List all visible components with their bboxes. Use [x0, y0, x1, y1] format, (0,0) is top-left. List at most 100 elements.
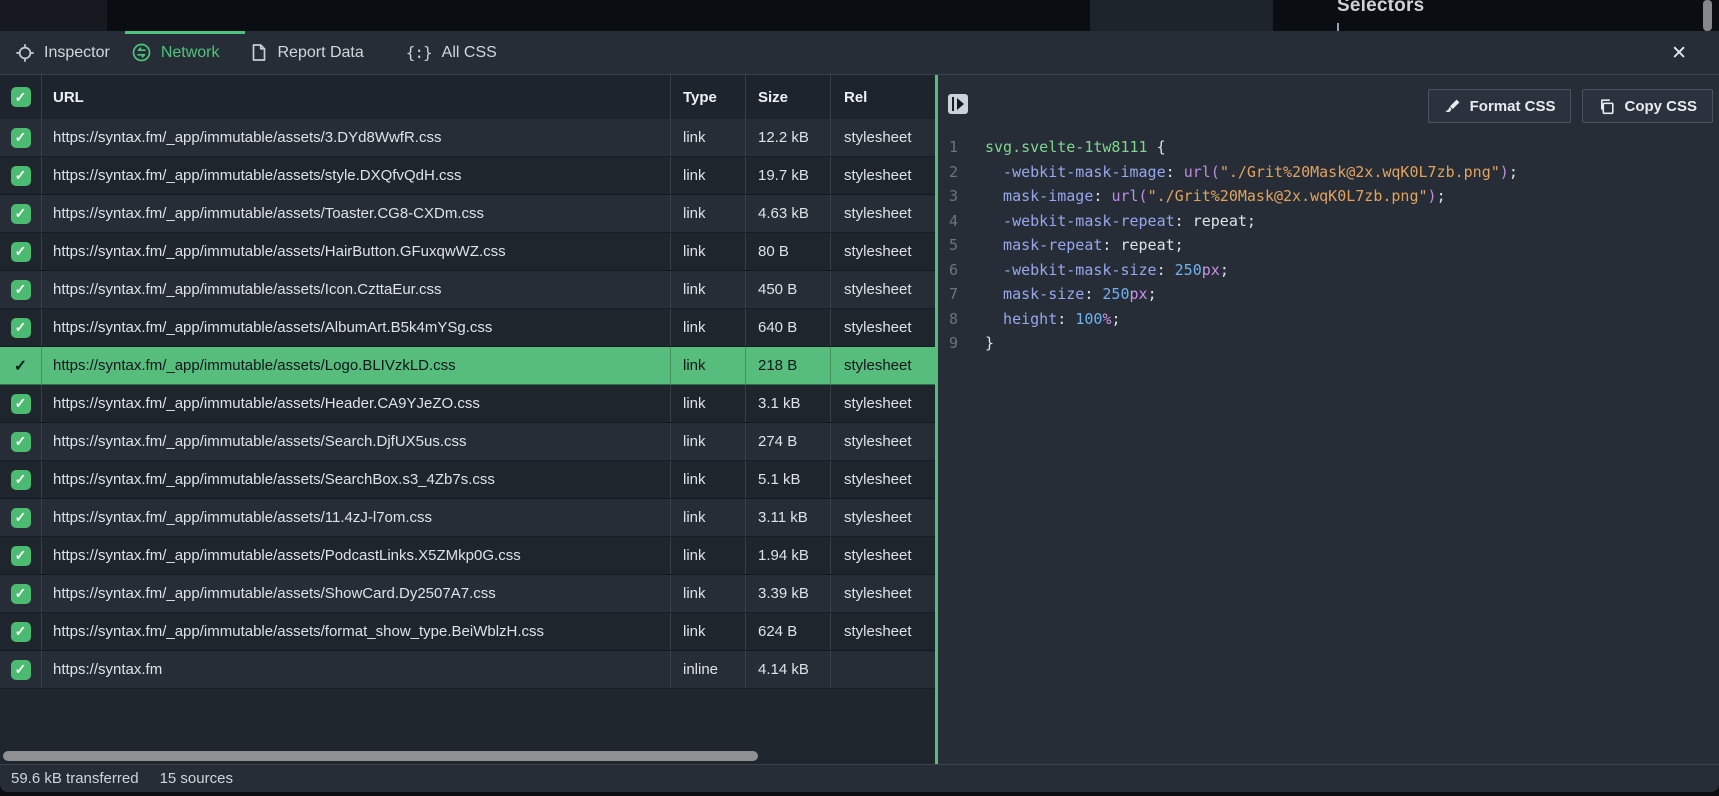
collapse-panel-icon[interactable] — [948, 94, 968, 114]
url-cell: https://syntax.fm/_app/immutable/assets/… — [41, 537, 670, 574]
type-cell: inline — [670, 651, 745, 688]
url-cell: https://syntax.fm/_app/immutable/assets/… — [41, 385, 670, 422]
table-row[interactable]: ✓ https://syntax.fm/_app/immutable/assets… — [0, 385, 935, 423]
select-all-checkbox[interactable]: ✓ — [11, 87, 31, 107]
code-line: 1svg.svelte-1tw8111 { — [938, 135, 1719, 160]
row-checkbox[interactable]: ✓ — [11, 128, 31, 148]
url-cell: https://syntax.fm/_app/immutable/assets/… — [41, 233, 670, 270]
horizontal-scrollbar-handle[interactable] — [3, 751, 758, 761]
background-page-strip: Selectors — [0, 0, 1719, 31]
row-checkbox-cell: ✓ — [0, 309, 41, 346]
row-checkbox[interactable]: ✓ — [11, 242, 31, 262]
row-checkbox[interactable]: ✓ — [11, 356, 31, 376]
row-checkbox[interactable]: ✓ — [11, 318, 31, 338]
row-checkbox[interactable]: ✓ — [11, 470, 31, 490]
network-table-panel: ✓ URL Type Size Rel ✓https://syntax.fm/_… — [0, 75, 935, 764]
type-cell: link — [670, 347, 745, 384]
rel-cell: stylesheet — [830, 575, 935, 612]
line-number: 6 — [938, 258, 968, 283]
table-row[interactable]: ✓ https://syntax.fm/_app/immutable/assets… — [0, 119, 935, 157]
row-checkbox[interactable]: ✓ — [11, 584, 31, 604]
size-cell: 19.7 kB — [745, 157, 830, 194]
size-cell: 12.2 kB — [745, 119, 830, 156]
url-cell: https://syntax.fm — [41, 651, 670, 688]
type-cell: link — [670, 195, 745, 232]
rel-cell: stylesheet — [830, 309, 935, 346]
size-cell: 450 B — [745, 271, 830, 308]
format-css-button[interactable]: Format CSS — [1428, 89, 1572, 123]
url-cell: https://syntax.fm/_app/immutable/assets/… — [41, 499, 670, 536]
table-row[interactable]: ✓https://syntax.fm/_app/immutable/assets… — [0, 613, 935, 651]
tab-label: All CSS — [442, 44, 497, 62]
row-checkbox-cell: ✓ — [0, 651, 41, 688]
code-text: svg.svelte-1tw8111 { — [968, 135, 1166, 160]
row-checkbox-cell: ✓ — [0, 271, 41, 308]
table-row[interactable]: ✓ https://syntax.fm/_app/immutable/assets… — [0, 233, 935, 271]
crosshair-icon — [16, 44, 34, 62]
table-row[interactable]: ✓https://syntax.fm/_app/immutable/assets… — [0, 423, 935, 461]
url-cell: https://syntax.fm/_app/immutable/assets/… — [41, 119, 670, 156]
table-row[interactable]: ✓ https://syntax.fm/_app/immutable/assets… — [0, 499, 935, 537]
type-cell: link — [670, 309, 745, 346]
row-checkbox-cell: ✓ — [0, 157, 41, 194]
copy-icon — [1598, 98, 1615, 115]
css-viewer-panel: Format CSS Copy CSS — [938, 75, 1719, 764]
type-cell: link — [670, 613, 745, 650]
tab-label: Inspector — [44, 44, 110, 62]
table-row[interactable]: ✓ https://syntax.fm/_app/immutable/assets… — [0, 309, 935, 347]
url-cell: https://syntax.fm/_app/immutable/assets/… — [41, 309, 670, 346]
background-page-block — [0, 0, 107, 31]
copy-css-button[interactable]: Copy CSS — [1582, 89, 1713, 123]
tab-inspector[interactable]: Inspector — [16, 44, 110, 62]
tab-bar: Inspector Network Repo — [0, 31, 1719, 75]
row-checkbox[interactable]: ✓ — [11, 546, 31, 566]
table-row[interactable]: ✓https://syntax.fm/_app/immutable/assets… — [0, 195, 935, 233]
column-header-url: URL — [41, 75, 670, 119]
row-checkbox[interactable]: ✓ — [11, 204, 31, 224]
size-cell: 274 B — [745, 423, 830, 460]
row-checkbox[interactable]: ✓ — [11, 622, 31, 642]
row-checkbox[interactable]: ✓ — [11, 394, 31, 414]
row-checkbox[interactable]: ✓ — [11, 660, 31, 680]
line-number: 9 — [938, 331, 968, 356]
url-cell: https://syntax.fm/_app/immutable/assets/… — [41, 157, 670, 194]
row-checkbox[interactable]: ✓ — [11, 508, 31, 528]
table-row[interactable]: ✓https://syntax.fm/_app/immutable/assets… — [0, 461, 935, 499]
close-icon[interactable]: ✕ — [1671, 31, 1687, 75]
column-header-size: Size — [745, 75, 830, 119]
tab-all-css[interactable]: {:} All CSS — [406, 43, 497, 62]
code-text: height: 100%; — [968, 307, 1120, 332]
table-row[interactable]: ✓ https://syntax.fm/_app/immutable/assets… — [0, 157, 935, 195]
tab-network[interactable]: Network — [132, 43, 220, 62]
code-line: 6 -webkit-mask-size: 250px; — [938, 258, 1719, 283]
table-body: ✓ https://syntax.fm/_app/immutable/assets… — [0, 119, 935, 689]
paintbrush-icon — [1444, 98, 1461, 115]
code-text: } — [968, 331, 994, 356]
size-cell: 80 B — [745, 233, 830, 270]
page-scrollbar[interactable] — [1703, 0, 1712, 31]
table-row[interactable]: ✓https://syntax.fm/_app/immutable/assets… — [0, 271, 935, 309]
table-row[interactable]: ✓https://syntax.fm/_app/immutable/assets… — [0, 347, 935, 385]
row-checkbox-cell: ✓ — [0, 195, 41, 232]
row-checkbox-cell: ✓ — [0, 613, 41, 650]
table-row[interactable]: ✓https://syntax.fm/_app/immutable/assets… — [0, 575, 935, 613]
line-number: 1 — [938, 135, 968, 160]
type-cell: link — [670, 537, 745, 574]
line-number: 4 — [938, 209, 968, 234]
row-checkbox[interactable]: ✓ — [11, 166, 31, 186]
code-text: -webkit-mask-size: 250px; — [968, 258, 1229, 283]
table-row[interactable]: ✓https://syntax.fminline4.14 kB — [0, 651, 935, 689]
table-row[interactable]: ✓ https://syntax.fm/_app/immutable/assets… — [0, 537, 935, 575]
code-text: -webkit-mask-image: url("./Grit%20Mask@2… — [968, 160, 1518, 185]
css-code-viewer: 1svg.svelte-1tw8111 {2 -webkit-mask-imag… — [938, 133, 1719, 356]
row-checkbox[interactable]: ✓ — [11, 432, 31, 452]
tab-report-data[interactable]: Report Data — [250, 43, 364, 62]
type-cell: link — [670, 575, 745, 612]
row-checkbox[interactable]: ✓ — [11, 280, 31, 300]
row-checkbox-cell: ✓ — [0, 575, 41, 612]
format-css-label: Format CSS — [1470, 98, 1556, 115]
line-number: 8 — [938, 307, 968, 332]
column-header-type: Type — [670, 75, 745, 119]
transferred-total: 59.6 kB transferred — [11, 770, 139, 787]
row-checkbox-cell: ✓ — [0, 461, 41, 498]
